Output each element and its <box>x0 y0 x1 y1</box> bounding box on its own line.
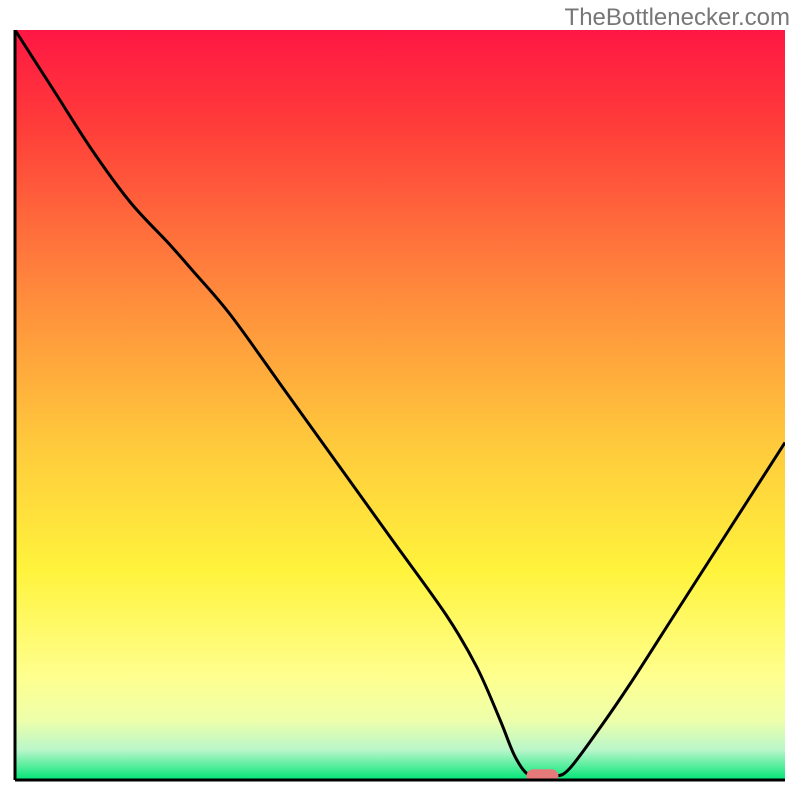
chart-svg <box>0 0 800 800</box>
gradient-background <box>15 30 785 780</box>
bottleneck-chart: TheBottleneсker.com <box>0 0 800 800</box>
watermark-label: TheBottleneсker.com <box>565 4 790 32</box>
